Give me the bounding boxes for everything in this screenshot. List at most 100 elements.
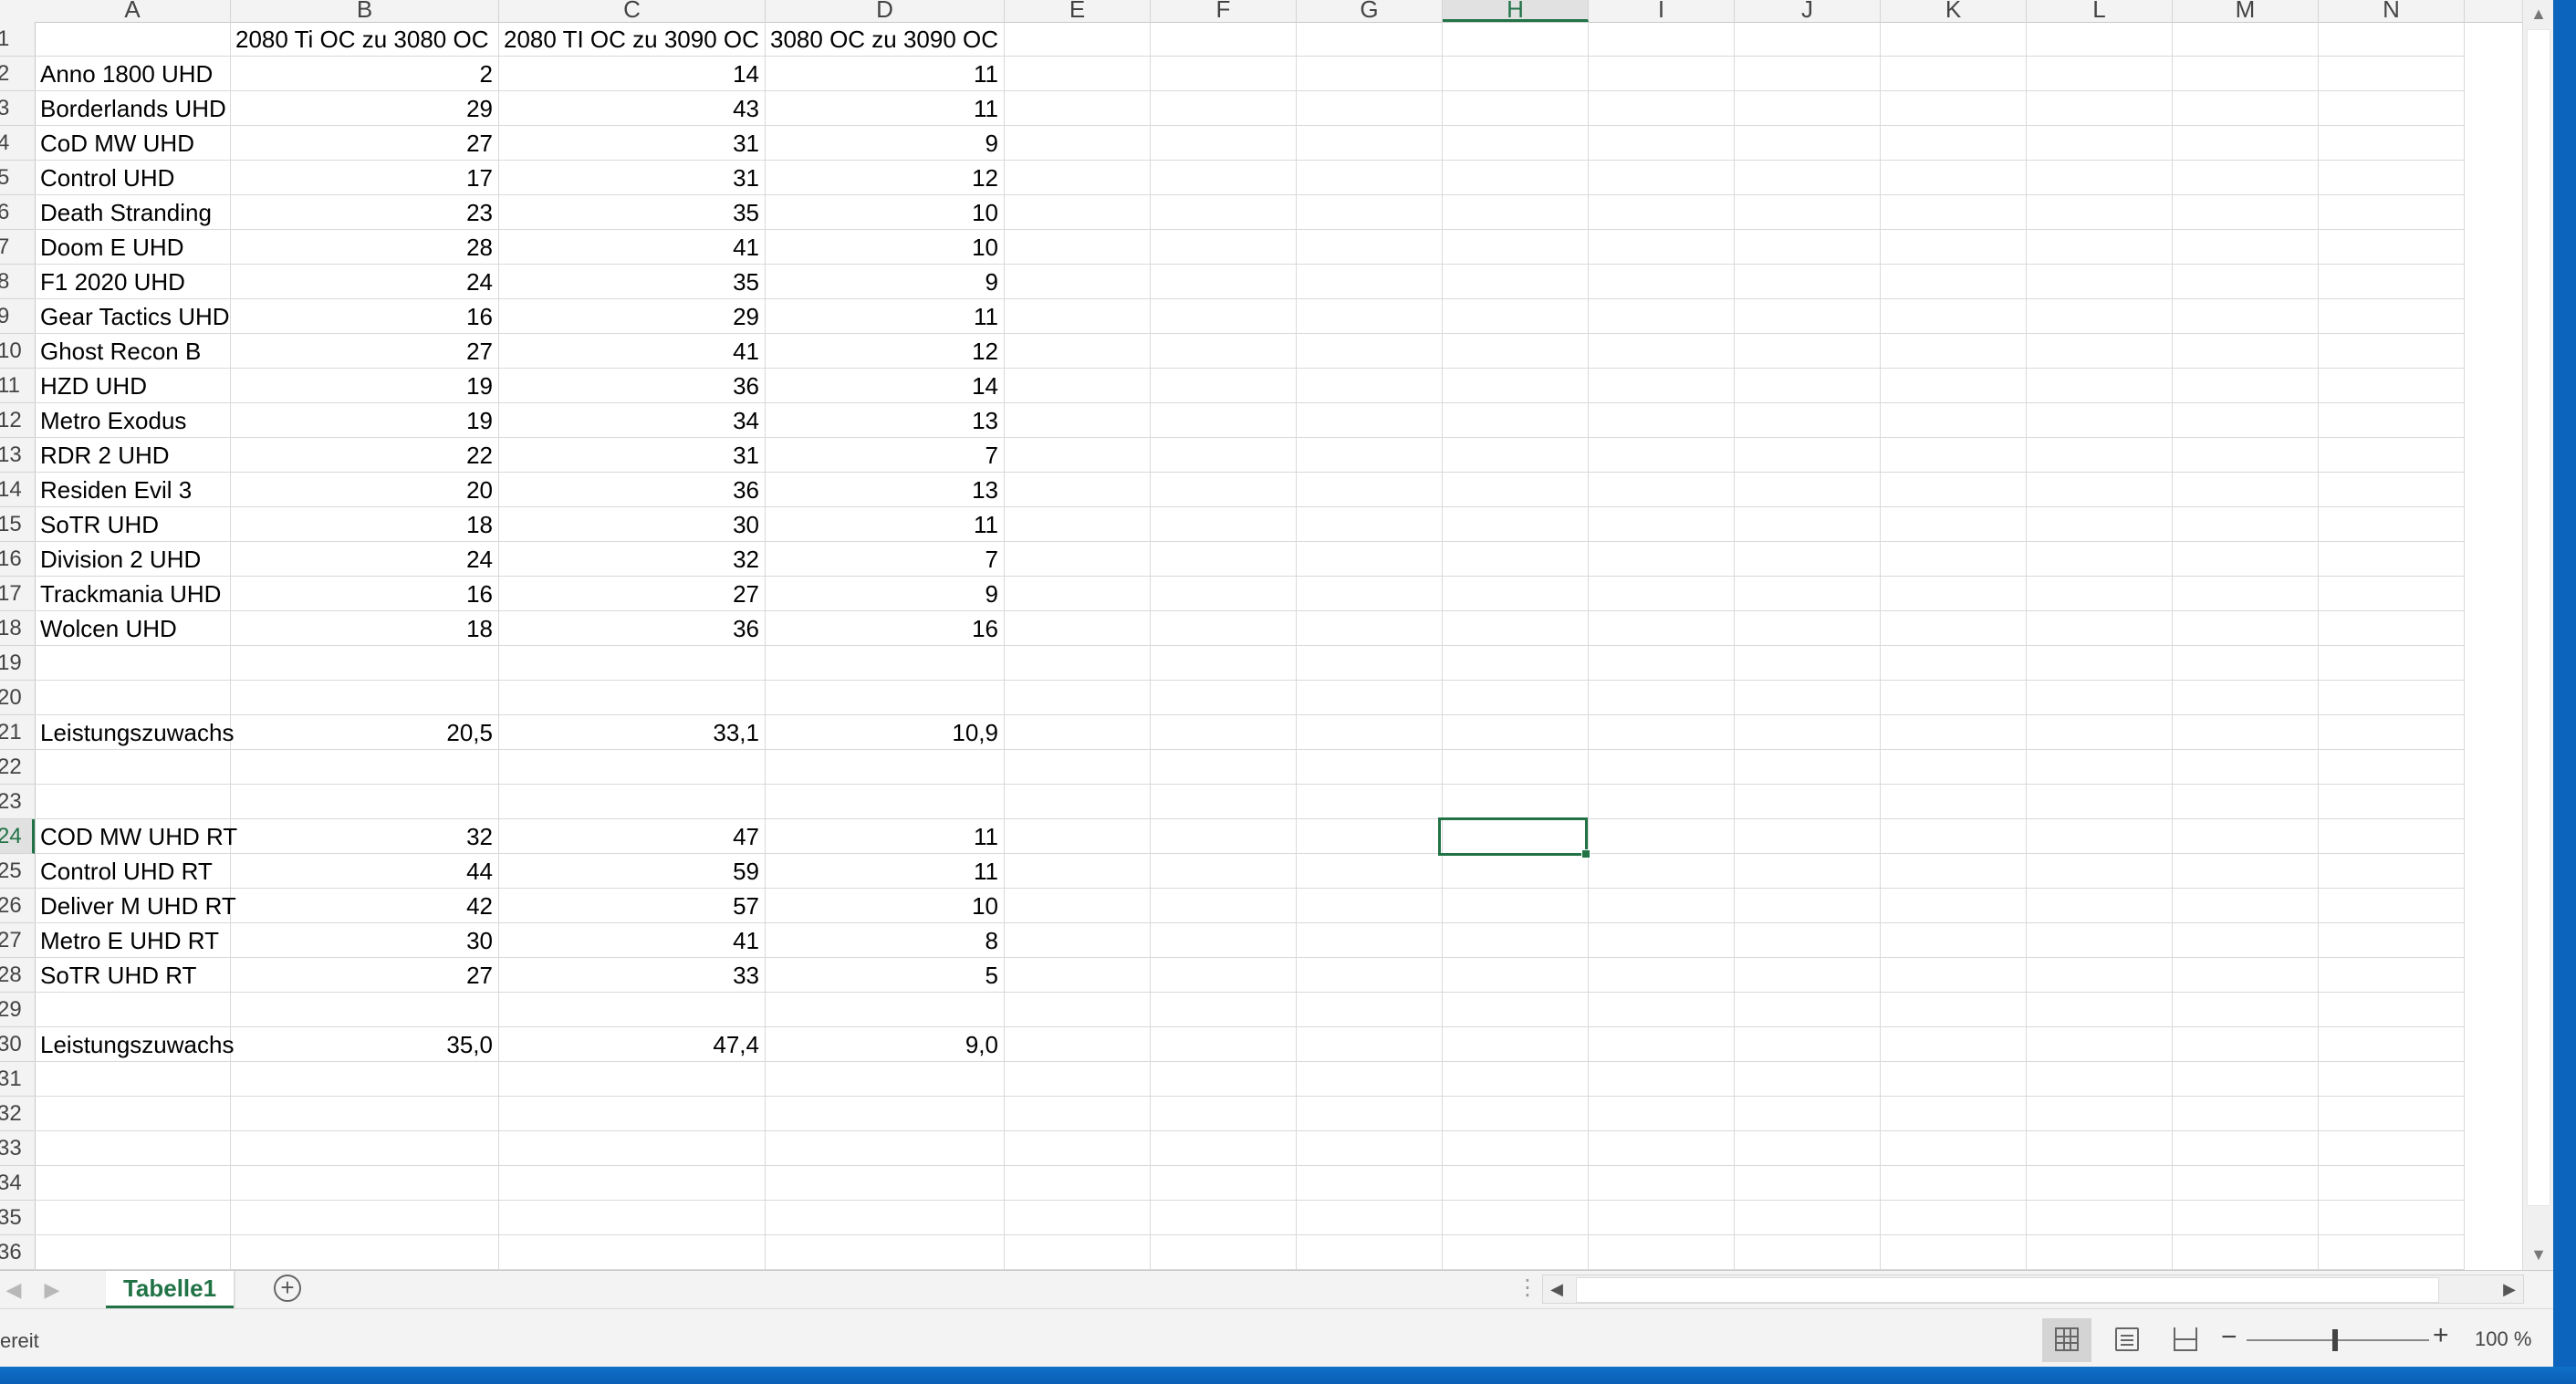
row-header-32[interactable]: 32 [0, 1097, 35, 1131]
cell-h32[interactable] [1443, 1097, 1589, 1131]
cell-m35[interactable] [2173, 1201, 2319, 1235]
cell-f24[interactable] [1151, 819, 1297, 854]
scroll-down-icon[interactable]: ▼ [2523, 1239, 2554, 1270]
row-header-16[interactable]: 16 [0, 542, 35, 577]
column-header-a[interactable]: A [35, 0, 231, 22]
cell-h26[interactable] [1443, 889, 1589, 923]
cell-c20[interactable] [499, 681, 766, 715]
cell-c1[interactable]: 2080 TI OC zu 3090 OC [499, 22, 766, 57]
cell-d33[interactable] [766, 1131, 1005, 1166]
cell-g19[interactable] [1297, 646, 1443, 681]
cell-l8[interactable] [2027, 265, 2173, 299]
cell-n33[interactable] [2319, 1131, 2465, 1166]
cell-l18[interactable] [2027, 611, 2173, 646]
cell-b33[interactable] [231, 1131, 499, 1166]
cell-i3[interactable] [1589, 91, 1735, 126]
cell-d7[interactable]: 10 [766, 230, 1005, 265]
column-header-k[interactable]: K [1881, 0, 2027, 22]
cell-b8[interactable]: 24 [231, 265, 499, 299]
cell-d32[interactable] [766, 1097, 1005, 1131]
cell-e20[interactable] [1005, 681, 1151, 715]
cell-j24[interactable] [1735, 819, 1881, 854]
row-header-20[interactable]: 20 [0, 681, 35, 715]
cell-m14[interactable] [2173, 473, 2319, 507]
cell-g26[interactable] [1297, 889, 1443, 923]
cell-m15[interactable] [2173, 507, 2319, 542]
cell-n13[interactable] [2319, 438, 2465, 473]
cell-b15[interactable]: 18 [231, 507, 499, 542]
cell-d15[interactable]: 11 [766, 507, 1005, 542]
zoom-level[interactable]: 100 % [2475, 1327, 2531, 1351]
cell-d23[interactable] [766, 785, 1005, 819]
cell-n10[interactable] [2319, 334, 2465, 369]
cell-j30[interactable] [1735, 1027, 1881, 1062]
cell-a10[interactable]: Ghost Recon B [35, 334, 231, 369]
zoom-slider[interactable] [2247, 1339, 2429, 1341]
cell-f16[interactable] [1151, 542, 1297, 577]
cell-l30[interactable] [2027, 1027, 2173, 1062]
cell-g36[interactable] [1297, 1235, 1443, 1270]
cell-h5[interactable] [1443, 161, 1589, 195]
cell-i12[interactable] [1589, 403, 1735, 438]
sheet-tab-tabelle1[interactable]: Tabelle1 [106, 1271, 234, 1309]
scroll-right-icon[interactable]: ▶ [2496, 1275, 2523, 1303]
cell-d18[interactable]: 16 [766, 611, 1005, 646]
cell-a20[interactable] [35, 681, 231, 715]
cell-l28[interactable] [2027, 958, 2173, 993]
cell-c23[interactable] [499, 785, 766, 819]
row-header-29[interactable]: 29 [0, 993, 35, 1027]
cell-f9[interactable] [1151, 299, 1297, 334]
cell-n35[interactable] [2319, 1201, 2465, 1235]
column-header-l[interactable]: L [2027, 0, 2173, 22]
cell-g1[interactable] [1297, 22, 1443, 57]
row-header-8[interactable]: 8 [0, 265, 35, 299]
cell-a35[interactable] [35, 1201, 231, 1235]
cell-k33[interactable] [1881, 1131, 2027, 1166]
cell-d4[interactable]: 9 [766, 126, 1005, 161]
cell-f34[interactable] [1151, 1166, 1297, 1201]
cell-e35[interactable] [1005, 1201, 1151, 1235]
cell-b14[interactable]: 20 [231, 473, 499, 507]
spreadsheet-area[interactable]: ABCDEFGHIJKLMN 1234567891011121314151617… [0, 0, 2522, 1270]
cell-d10[interactable]: 12 [766, 334, 1005, 369]
cell-h6[interactable] [1443, 195, 1589, 230]
cell-n20[interactable] [2319, 681, 2465, 715]
cell-m9[interactable] [2173, 299, 2319, 334]
zoom-slider-thumb[interactable] [2332, 1329, 2338, 1351]
row-header-1[interactable]: 1 [0, 22, 35, 57]
cell-h24[interactable] [1443, 819, 1589, 854]
row-header-13[interactable]: 13 [0, 438, 35, 473]
cell-a29[interactable] [35, 993, 231, 1027]
cell-d26[interactable]: 10 [766, 889, 1005, 923]
row-header-26[interactable]: 26 [0, 889, 35, 923]
cell-i7[interactable] [1589, 230, 1735, 265]
cell-a17[interactable]: Trackmania UHD [35, 577, 231, 611]
cell-b20[interactable] [231, 681, 499, 715]
cell-h33[interactable] [1443, 1131, 1589, 1166]
cell-n25[interactable] [2319, 854, 2465, 889]
cell-h1[interactable] [1443, 22, 1589, 57]
cell-m22[interactable] [2173, 750, 2319, 785]
cell-l35[interactable] [2027, 1201, 2173, 1235]
cell-l25[interactable] [2027, 854, 2173, 889]
row-header-3[interactable]: 3 [0, 91, 35, 126]
cell-g11[interactable] [1297, 369, 1443, 403]
row-header-19[interactable]: 19 [0, 646, 35, 681]
cell-h17[interactable] [1443, 577, 1589, 611]
cell-b6[interactable]: 23 [231, 195, 499, 230]
cell-b19[interactable] [231, 646, 499, 681]
cell-e27[interactable] [1005, 923, 1151, 958]
cell-b26[interactable]: 42 [231, 889, 499, 923]
cell-f28[interactable] [1151, 958, 1297, 993]
cell-l36[interactable] [2027, 1235, 2173, 1270]
scroll-up-icon[interactable]: ▲ [2523, 0, 2554, 27]
cell-i1[interactable] [1589, 22, 1735, 57]
cell-e18[interactable] [1005, 611, 1151, 646]
cell-c32[interactable] [499, 1097, 766, 1131]
cell-f31[interactable] [1151, 1062, 1297, 1097]
cell-k32[interactable] [1881, 1097, 2027, 1131]
cell-e24[interactable] [1005, 819, 1151, 854]
cell-c25[interactable]: 59 [499, 854, 766, 889]
row-header-30[interactable]: 30 [0, 1027, 35, 1062]
cell-f14[interactable] [1151, 473, 1297, 507]
